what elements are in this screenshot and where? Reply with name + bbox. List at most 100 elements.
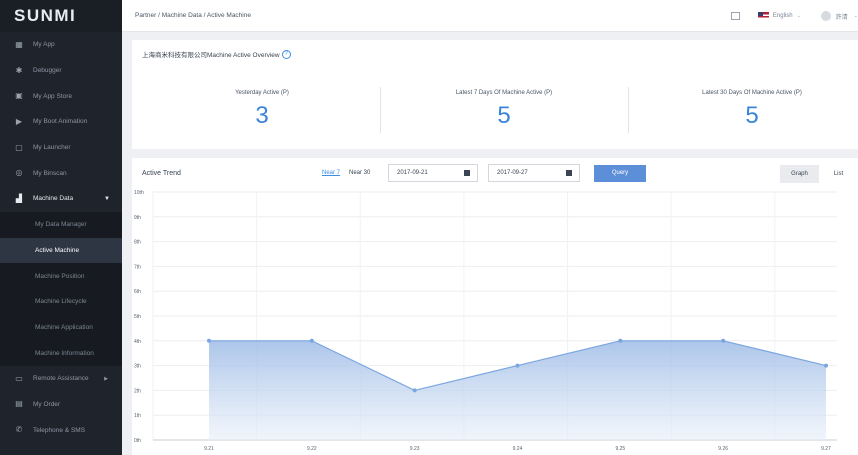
sidebar-subitem-active-machine[interactable]: Active Machine (0, 237, 122, 264)
sidebar-item-label: Telephone & SMS (33, 426, 86, 434)
y-tick-label: 8th (134, 240, 141, 246)
divider (380, 87, 381, 133)
y-tick-label: 4th (134, 339, 141, 345)
sidebar-submenu: My Data Manager Active Machine Machine P… (0, 211, 122, 366)
sidebar-item-telephone-sms[interactable]: ✆ Telephone & SMS (0, 417, 122, 443)
sidebar-item-remote-assistance[interactable]: ▭ Remote Assistance ▶ (0, 366, 122, 392)
play-icon: ▶ (15, 116, 23, 126)
stat-label: Latest 7 Days Of Machine Active (P) (455, 90, 553, 96)
monitor-icon: ▭ (15, 373, 23, 383)
y-tick-label: 1th (134, 413, 141, 419)
trend-title: Active Trend (142, 170, 181, 177)
divider (628, 87, 629, 133)
calendar-icon[interactable] (566, 170, 572, 176)
sidebar-item-my-app[interactable]: ▦ My App (0, 32, 122, 58)
breadcrumb: Partner / Machine Data / Active Machine (135, 12, 251, 19)
calendar-icon[interactable] (464, 170, 470, 176)
sidebar-item-label: Debugger (33, 67, 62, 75)
help-icon[interactable]: ? (281, 49, 291, 59)
top-bar: Partner / Machine Data / Active Machine … (122, 0, 858, 32)
sidebar-item-boot-animation[interactable]: ▶ My Boot Animation (0, 109, 122, 135)
sidebar-item-label: My App Store (33, 92, 73, 100)
graph-view-button[interactable]: Graph (780, 165, 819, 183)
chevron-down-icon[interactable]: ⌄ (854, 13, 858, 19)
sidebar-subitem-machine-lifecycle[interactable]: Machine Lifecycle (0, 289, 122, 315)
y-tick-label: 2th (134, 388, 141, 394)
active-trend-chart: 0th 1th 2th 3th 4th 5th 6th 7th 8th 9th 10th 9.21 9.… (134, 190, 837, 452)
username[interactable]: 許清 (836, 12, 848, 21)
grid-icon[interactable] (730, 12, 740, 20)
sidebar-item-binscan[interactable]: ◎ My Binscan (0, 160, 122, 186)
debug-icon: ✱ (15, 65, 23, 75)
near-7-link[interactable]: Near 7 (322, 170, 340, 176)
scan-icon: ◎ (15, 168, 23, 178)
sidebar-subitem-machine-information[interactable]: Machine Information (0, 340, 122, 366)
sidebar-subitem-data-manager[interactable]: My Data Manager (0, 212, 122, 238)
language-selector[interactable]: English (773, 13, 793, 19)
trend-toolbar: Active Trend Near 7 Near 30 2017-09-21 2… (132, 158, 858, 190)
avatar[interactable] (820, 11, 831, 21)
apps-grid-icon: ▦ (15, 39, 23, 49)
stat-value: 5 (745, 102, 759, 129)
app-window: SUNMI ▦ My App ✱ Debugger ▣ My App Store… (0, 0, 858, 455)
data-point[interactable] (618, 338, 623, 343)
sidebar-item-label: My Launcher (33, 144, 71, 152)
caret-down-icon: ▼ (104, 195, 110, 202)
sidebar: SUNMI ▦ My App ✱ Debugger ▣ My App Store… (0, 0, 122, 455)
y-tick-label: 7th (134, 264, 141, 270)
data-point[interactable] (721, 338, 726, 343)
data-point[interactable] (309, 338, 314, 343)
sidebar-item-my-order[interactable]: ▤ My Order (0, 392, 122, 418)
stat-value: 5 (497, 102, 511, 129)
sidebar-item-launcher[interactable]: ▢ My Launcher (0, 135, 122, 161)
top-right-controls: English ⌄ 許清 ⌄ (730, 0, 858, 32)
x-tick-label: 9.24 (513, 446, 523, 452)
sidebar-subitem-machine-application[interactable]: Machine Application (0, 315, 122, 341)
active-overview-panel: 上海商米科技有限公司Machine Active Overview ? Yest… (132, 40, 858, 149)
caret-right-icon: ▶ (104, 375, 108, 382)
overview-title: 上海商米科技有限公司Machine Active Overview ? (142, 49, 291, 59)
sidebar-item-app-store[interactable]: ▣ My App Store (0, 83, 122, 109)
chart-icon: ▟ (15, 193, 23, 203)
sidebar-item-label: Machine Data (33, 195, 74, 203)
list-view-button[interactable]: List (819, 165, 858, 183)
sidebar-nav: ▦ My App ✱ Debugger ▣ My App Store ▶ My … (0, 32, 122, 212)
us-flag-icon (757, 12, 769, 20)
x-tick-label: 9.22 (307, 446, 317, 452)
stat-7-days: Latest 7 Days Of Machine Active (P) 5 (404, 90, 604, 130)
active-trend-panel: Active Trend Near 7 Near 30 2017-09-21 2… (132, 158, 858, 455)
chevron-down-icon[interactable]: ⌄ (797, 13, 801, 19)
stat-yesterday: Yesterday Active (P) 3 (172, 90, 352, 130)
date-to-value: 2017-09-27 (497, 170, 528, 176)
stat-30-days: Latest 30 Days Of Machine Active (P) 5 (652, 90, 852, 130)
y-tick-label: 3th (134, 364, 141, 370)
date-to-input[interactable]: 2017-09-27 (488, 164, 580, 182)
stat-value: 3 (255, 102, 269, 129)
data-point[interactable] (412, 388, 417, 393)
data-point[interactable] (824, 363, 828, 368)
sidebar-item-label: My App (33, 41, 55, 49)
order-icon: ▤ (15, 399, 23, 409)
stat-label: Latest 30 Days Of Machine Active (P) (702, 90, 802, 96)
query-button[interactable]: Query (594, 165, 646, 182)
data-point[interactable] (207, 338, 211, 343)
y-tick-label: 6th (134, 289, 141, 295)
store-icon: ▣ (15, 91, 23, 101)
sidebar-item-label: My Boot Animation (33, 118, 88, 126)
near-30-link[interactable]: Near 30 (349, 170, 370, 176)
sidebar-subitem-machine-position[interactable]: Machine Position (0, 263, 122, 289)
sidebar-item-machine-data[interactable]: ▟ Machine Data ▼ (0, 186, 122, 212)
main-content: Partner / Machine Data / Active Machine … (122, 0, 858, 455)
sidebar-item-debugger[interactable]: ✱ Debugger (0, 58, 122, 84)
x-tick-label: 9.23 (410, 446, 420, 452)
date-from-input[interactable]: 2017-09-21 (388, 164, 478, 182)
y-tick-label: 10th (134, 190, 144, 196)
x-tick-label: 9.27 (821, 446, 831, 452)
sidebar-item-label: My Binscan (33, 169, 67, 177)
phone-icon: ✆ (15, 425, 23, 435)
logo: SUNMI (0, 0, 122, 32)
y-tick-label: 5th (134, 314, 141, 320)
view-toggle: Graph List (780, 165, 858, 183)
overview-title-text: 上海商米科技有限公司Machine Active Overview (142, 52, 280, 59)
data-point[interactable] (515, 363, 520, 368)
